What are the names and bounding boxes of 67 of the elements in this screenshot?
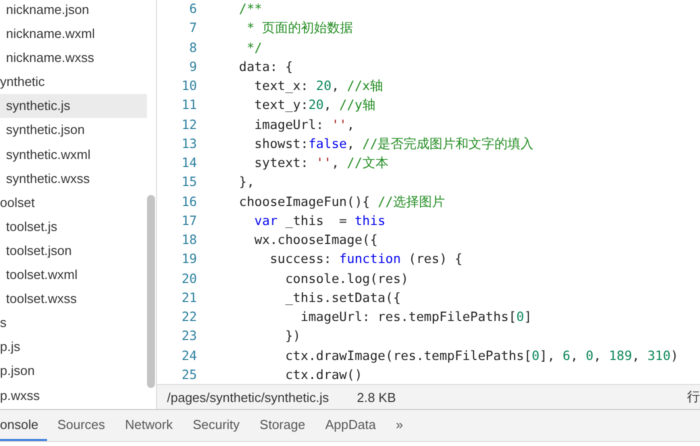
line-number: 10 — [180, 78, 197, 96]
line-number: 12 — [180, 116, 197, 134]
file-item[interactable]: p.json — [0, 359, 147, 384]
line-number: 20 — [180, 270, 197, 288]
code-line: text_y:20, //y轴 — [253, 97, 376, 116]
code-line: imageUrl: res.tempFilePaths[0] — [300, 309, 532, 327]
line-number: 11 — [180, 97, 197, 116]
line-number: 15 — [180, 174, 197, 192]
file-item[interactable]: toolset.wxml — [0, 263, 147, 288]
line-number: 7 — [188, 20, 197, 38]
code-line: sytext: '', //文本 — [253, 155, 388, 173]
panel-tab[interactable]: Storage — [250, 410, 316, 441]
code-line: /** — [239, 1, 262, 19]
code-line: */ — [246, 40, 262, 58]
file-item[interactable]: p.wxss — [0, 384, 147, 408]
file-item[interactable]: nickname.wxss — [0, 46, 147, 70]
line-number: 9 — [188, 58, 197, 77]
panel-tab[interactable]: Network — [115, 410, 183, 441]
line-number: 8 — [188, 40, 197, 58]
code-line: }, — [239, 174, 254, 192]
code-line: chooseImageFun(){ //选择图片 — [239, 194, 446, 212]
line-number: 25 — [180, 366, 197, 384]
code-line: _this.setData({ — [284, 290, 401, 308]
file-item[interactable]: synthetic.json — [0, 118, 147, 143]
cursor-position: 行 — [687, 388, 700, 406]
code-line: * 页面的初始数据 — [246, 20, 354, 38]
file-item[interactable]: nickname.wxml — [0, 22, 147, 46]
file-item[interactable]: nickname.json — [0, 0, 147, 22]
line-number: 22 — [180, 309, 197, 327]
line-number: 21 — [180, 290, 197, 308]
code-line: ctx.draw() — [284, 366, 362, 384]
line-number: 18 — [180, 232, 197, 250]
code-line: ctx.drawImage(res.tempFilePaths[0], 6, 0, 189, 310) — [284, 348, 678, 366]
scrollbar-thumb[interactable] — [147, 195, 155, 388]
panel-tab[interactable]: » — [386, 410, 414, 441]
code-line: data: { — [239, 58, 293, 77]
code-line: var _this = this — [253, 212, 386, 231]
panel-tab[interactable]: AppData — [315, 410, 386, 441]
file-item[interactable]: p.js — [0, 335, 147, 360]
file-item[interactable]: toolset.js — [0, 214, 147, 239]
file-item[interactable]: s — [0, 311, 147, 336]
file-item[interactable]: synthetic.wxss — [0, 166, 147, 191]
file-item[interactable]: toolset.json — [0, 238, 147, 264]
code-line: showst:false, //是否完成图片和文字的填入 — [253, 136, 534, 154]
code-line: wx.chooseImage({ — [253, 232, 378, 250]
line-number: 17 — [180, 212, 197, 231]
panel-tab[interactable]: Security — [182, 410, 250, 441]
line-number: 6 — [188, 1, 197, 19]
file-item[interactable]: toolset.wxss — [0, 287, 147, 312]
code-line: console.log(res) — [284, 270, 408, 288]
code-line: success: function (res) { — [268, 251, 462, 270]
file-item[interactable]: synthetic.js — [0, 94, 147, 118]
line-number: 23 — [180, 328, 197, 346]
line-number: 16 — [180, 194, 197, 212]
file-path: /pages/synthetic/synthetic.js — [167, 390, 329, 405]
code-line: }) — [284, 328, 301, 346]
line-number: 24 — [180, 348, 197, 366]
file-item[interactable]: synthetic.wxml — [0, 142, 147, 167]
line-number: 19 — [180, 251, 197, 270]
code-line: imageUrl: '', — [253, 116, 355, 134]
code-line: text_x: 20, //x轴 — [253, 78, 384, 96]
panel-tab[interactable]: Sources — [47, 410, 116, 441]
line-number: 14 — [180, 155, 197, 173]
file-size: 2.8 KB — [356, 390, 396, 405]
folder-item[interactable]: oolset — [0, 190, 147, 215]
folder-item[interactable]: ynthetic — [0, 70, 147, 94]
line-number: 13 — [180, 136, 197, 154]
